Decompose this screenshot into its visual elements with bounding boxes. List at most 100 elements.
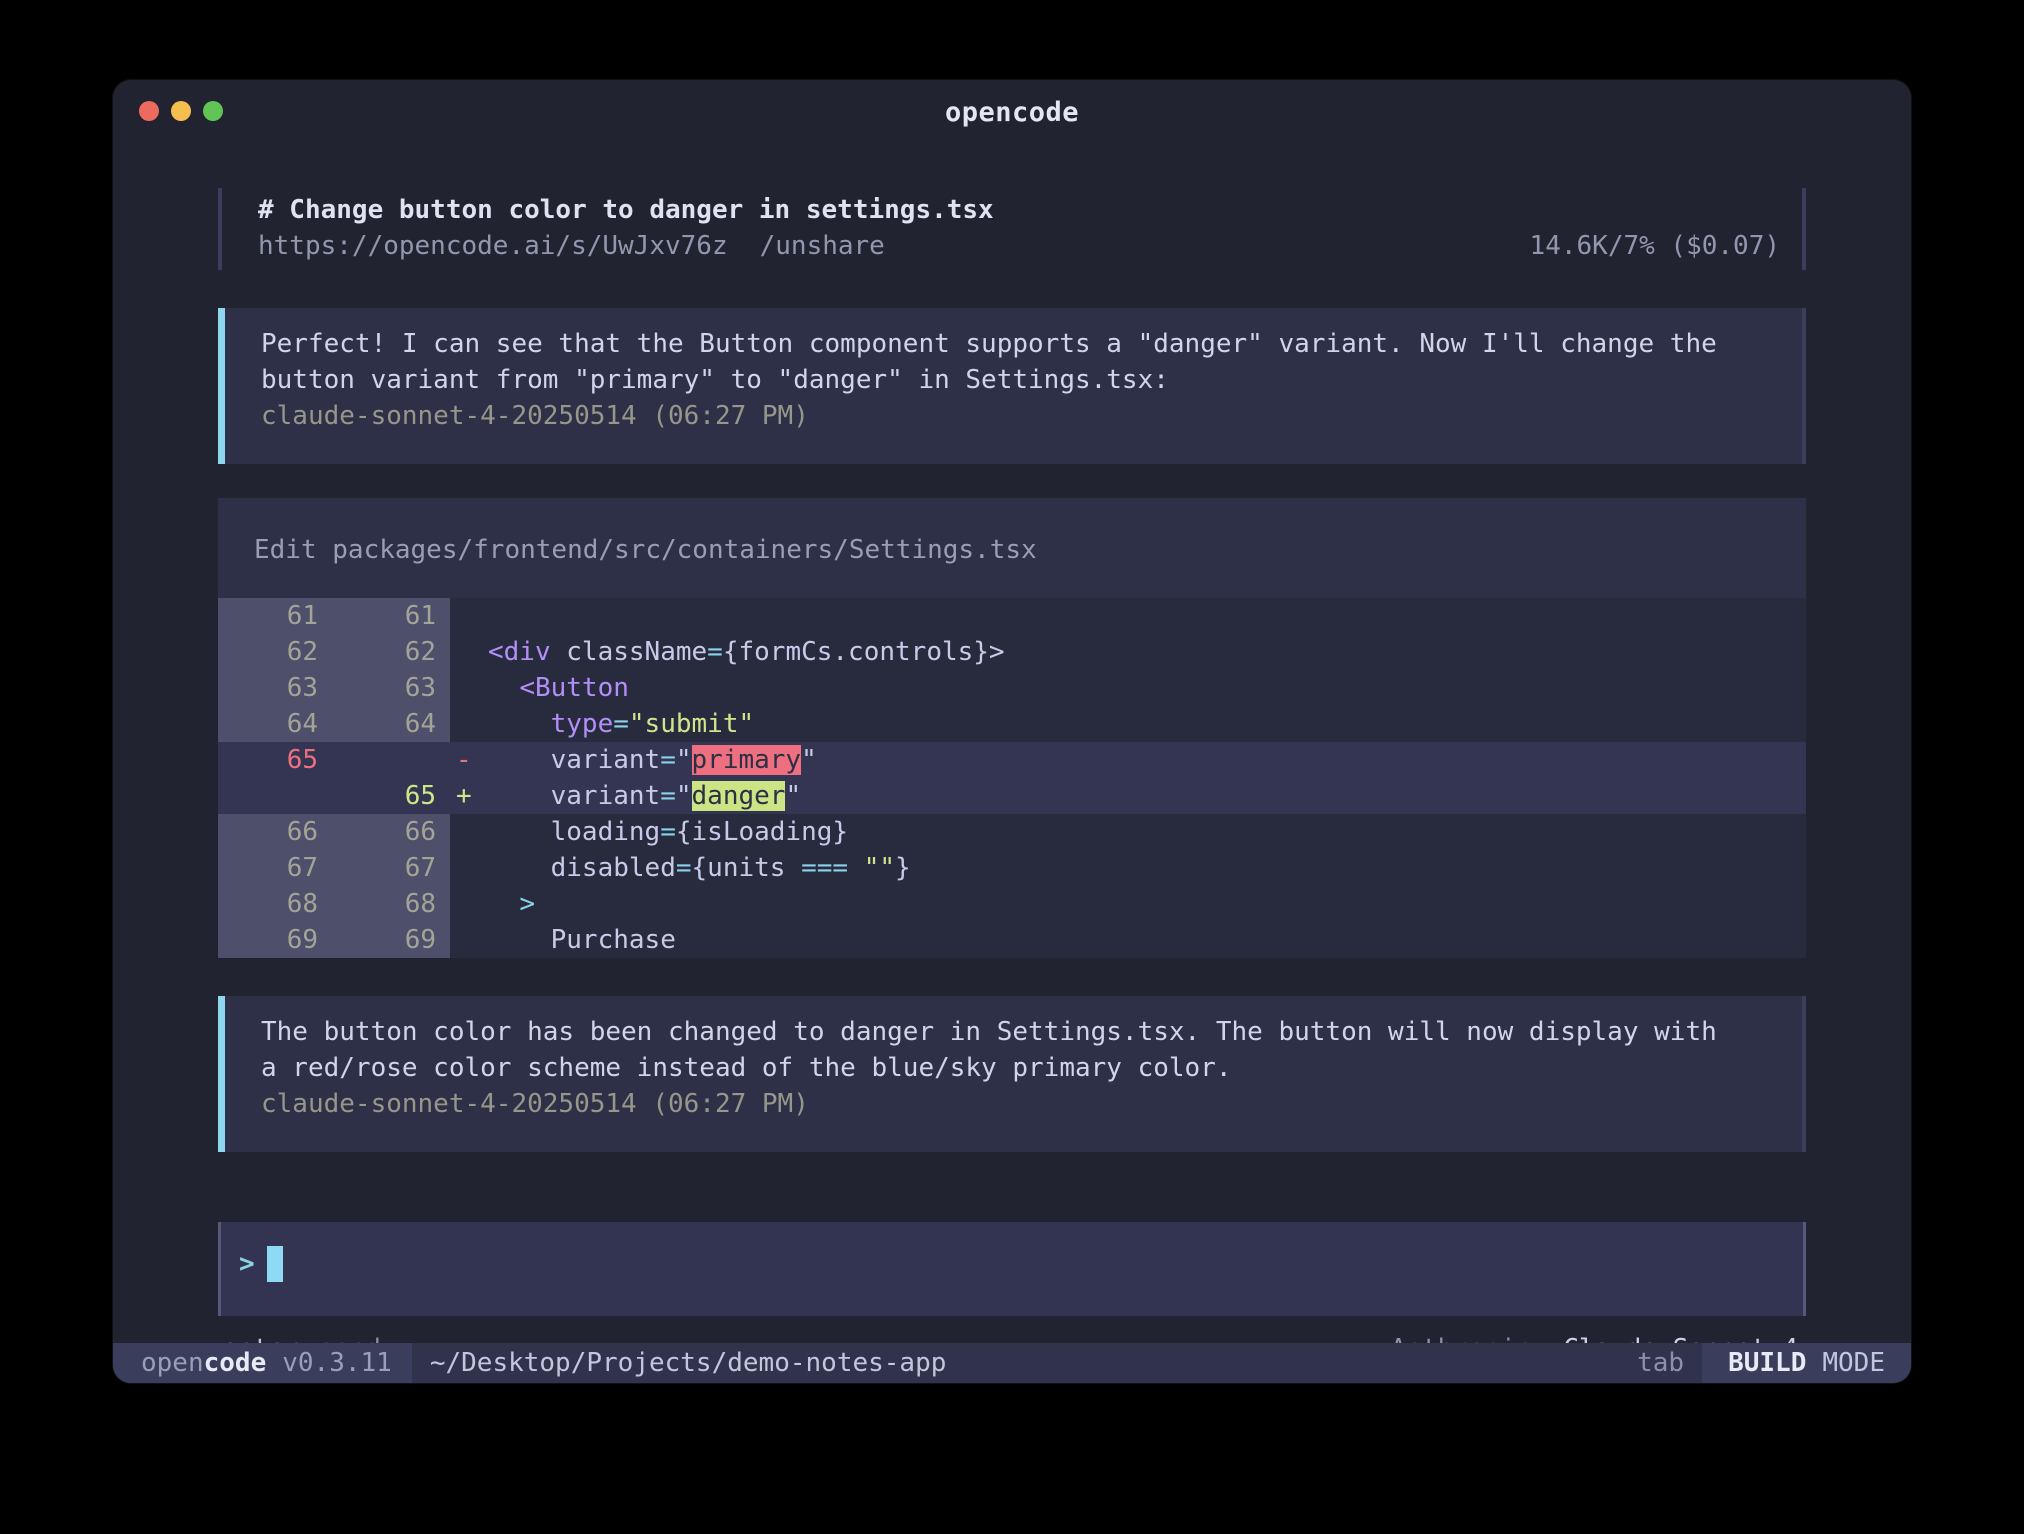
new-line-number — [326, 742, 450, 778]
prompt-input[interactable]: > — [218, 1222, 1806, 1316]
diff-row: 6161 — [218, 598, 1806, 634]
code-token: <Button — [519, 673, 629, 703]
diff-row: 6767 disabled={units === ""} — [218, 850, 1806, 886]
diff-marker — [450, 850, 488, 886]
message-text-line: Perfect! I can see that the Button compo… — [261, 326, 1780, 362]
diff-marker: - — [450, 742, 488, 778]
new-line-number: 62 — [326, 634, 450, 670]
edit-tool-panel: Edit packages/frontend/src/containers/Se… — [218, 498, 1806, 958]
code-token: " — [801, 745, 817, 775]
new-line-number: 65 — [326, 778, 450, 814]
code-token: = — [660, 745, 676, 775]
message-model-timestamp: claude-sonnet-4-20250514 (06:27 PM) — [261, 398, 1780, 434]
code-token — [488, 889, 519, 919]
message-text-line: The button color has been changed to dan… — [261, 1014, 1780, 1050]
code-token — [488, 745, 551, 775]
diff-row: 6969 Purchase — [218, 922, 1806, 958]
new-line-number: 67 — [326, 850, 450, 886]
session-title: # Change button color to danger in setti… — [258, 192, 1780, 228]
prompt-caret: > — [239, 1246, 255, 1282]
new-line-number: 61 — [326, 598, 450, 634]
old-line-number: 61 — [218, 598, 326, 634]
code-token: = — [660, 781, 676, 811]
diff-code-line: <Button — [488, 670, 1806, 706]
new-line-number: 69 — [326, 922, 450, 958]
old-line-number: 67 — [218, 850, 326, 886]
code-token: {formCs.controls}> — [723, 637, 1005, 667]
code-token: danger — [692, 781, 786, 811]
code-token: variant — [551, 745, 661, 775]
session-header: # Change button color to danger in setti… — [218, 188, 1806, 270]
edit-tool-title: Edit packages/frontend/src/containers/Se… — [218, 498, 1806, 598]
share-url-link[interactable]: https://opencode.ai/s/UwJxv76z — [258, 228, 728, 264]
code-token: variant — [551, 781, 661, 811]
code-token: loading — [551, 817, 661, 847]
mode-label: BUILD — [1728, 1348, 1806, 1378]
message-model-timestamp: claude-sonnet-4-20250514 (06:27 PM) — [261, 1086, 1780, 1122]
code-token: = — [660, 817, 676, 847]
diff-row: 6868 > — [218, 886, 1806, 922]
diff-marker — [450, 670, 488, 706]
tab-key-hint[interactable]: tab — [1637, 1348, 1684, 1378]
diff-row: 6666 loading={isLoading} — [218, 814, 1806, 850]
code-token — [488, 925, 551, 955]
diff-marker — [450, 922, 488, 958]
old-line-number: 65 — [218, 742, 326, 778]
code-token: <div — [488, 637, 551, 667]
code-token: = — [707, 637, 723, 667]
diff-code-line: loading={isLoading} — [488, 814, 1806, 850]
diff-marker — [450, 706, 488, 742]
new-line-number: 64 — [326, 706, 450, 742]
diff-marker: + — [450, 778, 488, 814]
diff-code-line: disabled={units === ""} — [488, 850, 1806, 886]
diff-row: 6262<div className={formCs.controls}> — [218, 634, 1806, 670]
code-token — [488, 673, 519, 703]
old-line-number: 62 — [218, 634, 326, 670]
app-name-suffix: code — [204, 1348, 267, 1378]
window-titlebar: opencode — [113, 80, 1911, 144]
new-line-number: 63 — [326, 670, 450, 706]
code-token — [488, 781, 551, 811]
diff-view: 61616262<div className={formCs.controls}… — [218, 598, 1806, 958]
app-version: v0.3.11 — [282, 1348, 392, 1378]
assistant-message: The button color has been changed to dan… — [218, 996, 1806, 1152]
diff-marker — [450, 634, 488, 670]
code-token: " — [785, 781, 801, 811]
diff-code-line: > — [488, 886, 1806, 922]
assistant-message: Perfect! I can see that the Button compo… — [218, 308, 1806, 464]
code-token: {units — [692, 853, 802, 883]
diff-code-line: variant="primary" — [488, 742, 1806, 778]
diff-row: 65+ variant="danger" — [218, 778, 1806, 814]
mode-label-suffix: MODE — [1822, 1348, 1885, 1378]
text-cursor — [267, 1246, 283, 1282]
diff-row: 65 - variant="primary" — [218, 742, 1806, 778]
diff-code-line — [488, 598, 1806, 634]
new-line-number: 68 — [326, 886, 450, 922]
code-token: Purchase — [551, 925, 676, 955]
code-token — [488, 853, 551, 883]
code-token: "" — [864, 853, 895, 883]
code-token: {isLoading} — [676, 817, 848, 847]
opencode-window: opencode # Change button color to danger… — [113, 80, 1911, 1383]
old-line-number: 64 — [218, 706, 326, 742]
code-token: = — [676, 853, 692, 883]
code-token — [848, 853, 864, 883]
diff-row: 6363 <Button — [218, 670, 1806, 706]
diff-row: 6464 type="submit" — [218, 706, 1806, 742]
code-token — [488, 709, 551, 739]
code-token: type — [551, 709, 614, 739]
working-directory: ~/Desktop/Projects/demo-notes-app — [430, 1348, 947, 1378]
diff-marker — [450, 886, 488, 922]
message-text-line: button variant from "primary" to "danger… — [261, 362, 1780, 398]
old-line-number: 69 — [218, 922, 326, 958]
context-usage-cost: 14.6K/7% ($0.07) — [1530, 228, 1780, 264]
code-token: disabled — [551, 853, 676, 883]
code-token: " — [676, 745, 692, 775]
code-token: " — [676, 781, 692, 811]
diff-code-line: variant="danger" — [488, 778, 1806, 814]
old-line-number: 63 — [218, 670, 326, 706]
status-bar: opencode v0.3.11 ~/Desktop/Projects/demo… — [113, 1343, 1911, 1383]
diff-code-line: type="submit" — [488, 706, 1806, 742]
unshare-command[interactable]: /unshare — [760, 228, 885, 264]
mode-segment[interactable]: BUILD MODE — [1702, 1343, 1911, 1383]
